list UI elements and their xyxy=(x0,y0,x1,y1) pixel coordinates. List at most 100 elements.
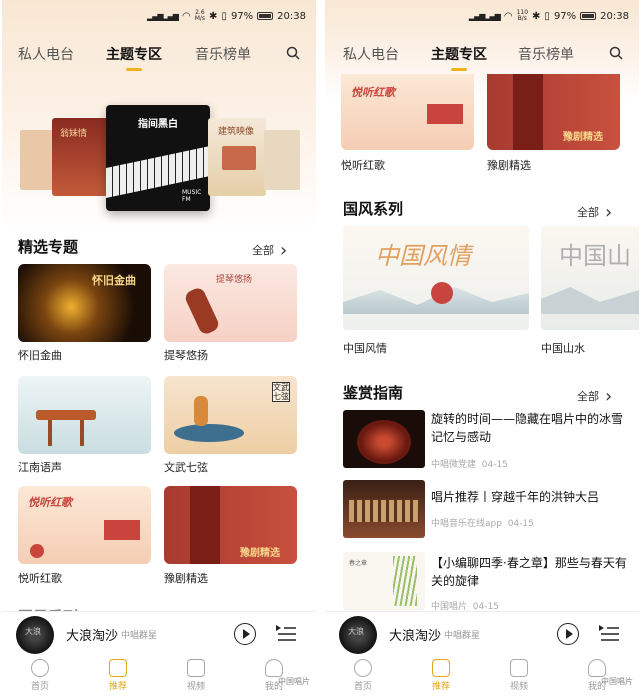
card-label: 怀旧金曲 xyxy=(18,349,62,362)
player-song-title: 大浪淘沙 xyxy=(389,629,442,644)
grid-icon xyxy=(432,659,450,677)
section-title-guide: 鉴赏指南 xyxy=(343,384,404,402)
player-song-title: 大浪淘沙 xyxy=(66,629,119,644)
section-title-featured: 精选专题 xyxy=(18,238,79,256)
clock: 20:38 xyxy=(600,10,629,22)
card-label: 豫剧精选 xyxy=(164,572,208,585)
tab-music-charts[interactable]: 音乐榜单 xyxy=(195,44,251,64)
card-china-landscape[interactable]: 中国山 xyxy=(541,226,639,330)
battery-icon xyxy=(257,12,274,20)
watermark: 中国唱片 xyxy=(601,677,633,686)
carousel-card-far-right[interactable] xyxy=(264,130,300,190)
wifi-icon: ◠ xyxy=(181,10,191,22)
bluetooth-icon: ✱ xyxy=(209,10,218,22)
search-icon[interactable] xyxy=(609,46,623,60)
home-icon xyxy=(31,659,49,677)
video-icon xyxy=(187,659,205,677)
tab-home[interactable]: 首页 xyxy=(20,659,60,692)
guide-thumb xyxy=(343,480,425,538)
player-artist: 中唱群星 xyxy=(121,631,158,641)
clock: 20:38 xyxy=(277,10,306,22)
guide-title: 旋转的时间——隐藏在唱片中的冰雪记忆与感动 xyxy=(431,412,624,444)
album-disc[interactable]: 大浪 xyxy=(16,616,54,654)
carousel-card-center[interactable]: 指间黑白 MUSIC FM xyxy=(106,105,210,211)
guide-source: 中唱微党建 04-15 xyxy=(431,460,508,470)
vibrate-icon: ▯ xyxy=(221,10,227,22)
card-label: 中国风情 xyxy=(343,342,387,355)
card-label: 悦听红歌 xyxy=(341,159,385,172)
battery-percent: 97% xyxy=(553,10,577,22)
signal-icon: ▂▄▆▂▄▆ xyxy=(147,11,179,21)
tab-home[interactable]: 首页 xyxy=(343,659,383,692)
tab-private-radio[interactable]: 私人电台 xyxy=(343,44,399,64)
featured-see-all[interactable]: 全部 xyxy=(252,238,287,259)
playlist-icon[interactable] xyxy=(599,625,619,643)
guofeng-see-all[interactable]: 全部 xyxy=(577,200,612,221)
guide-title: 唱片推荐丨穿越千年的洪钟大吕 xyxy=(431,490,600,504)
video-icon xyxy=(510,659,528,677)
battery-icon xyxy=(580,12,597,20)
tab-theme-zone[interactable]: 主题专区 xyxy=(106,44,162,71)
bottom-tabbar: 首页 推荐 视频 我的 xyxy=(2,655,316,698)
play-icon[interactable] xyxy=(234,623,256,645)
album-disc[interactable]: 大浪 xyxy=(339,616,377,654)
top-nav: 私人电台 主题专区 音乐榜单 xyxy=(325,40,639,74)
playlist-icon[interactable] xyxy=(276,625,296,643)
user-icon xyxy=(588,659,606,677)
guide-see-all[interactable]: 全部 xyxy=(577,384,612,405)
mini-player[interactable]: 大浪 大浪淘沙 中唱群星 xyxy=(2,611,316,655)
music-badge: MUSIC FM xyxy=(182,189,202,203)
home-icon xyxy=(354,659,372,677)
play-icon[interactable] xyxy=(557,623,579,645)
network-speed: 110 B/s xyxy=(516,9,529,22)
signal-icon: ▂▄▆▂▄▆ xyxy=(468,11,501,21)
network-speed: 2.6 M/s xyxy=(194,9,206,22)
card-label: 提琴悠扬 xyxy=(164,349,208,362)
vibrate-icon: ▯ xyxy=(544,10,550,22)
carousel-card-left[interactable]: 翁妹情 xyxy=(52,118,108,196)
status-bar: ▂▄▆▂▄▆ ◠ 110 B/s ✱ ▯ 97% 20:38 xyxy=(469,10,629,22)
card-label: 江南语声 xyxy=(18,461,62,474)
card-label: 豫剧精选 xyxy=(487,159,531,172)
tab-video[interactable]: 视频 xyxy=(499,659,539,692)
hero-cover-title: 指间黑白 xyxy=(138,119,178,130)
player-artist: 中唱群星 xyxy=(444,631,481,641)
tab-recommend[interactable]: 推荐 xyxy=(98,659,138,692)
grid-icon xyxy=(109,659,127,677)
carousel-card-right[interactable]: 建筑映像 xyxy=(208,118,266,196)
guide-thumb: 春之章 xyxy=(343,552,425,610)
mini-player[interactable]: 大浪 大浪淘沙 中唱群星 xyxy=(325,611,639,655)
top-nav: 私人电台 主题专区 音乐榜单 xyxy=(2,40,316,74)
left-screen: ▂▄▆▂▄▆ ◠ 2.6 M/s ✱ ▯ 97% 20:38 私人电台 主题专区 … xyxy=(2,0,316,698)
card-china-style[interactable]: 中国风情 xyxy=(343,226,529,330)
card-red-songs[interactable]: 悦听红歌 xyxy=(18,486,151,564)
search-icon[interactable] xyxy=(286,46,300,60)
bluetooth-icon: ✱ xyxy=(532,10,541,22)
card-jiangnan[interactable] xyxy=(18,376,151,454)
card-nostalgic-hits[interactable]: 怀旧金曲 xyxy=(18,264,151,342)
bottom-tabbar: 首页 推荐 视频 我的 xyxy=(325,655,639,698)
card-label: 文武七弦 xyxy=(164,461,208,474)
wifi-icon: ◠ xyxy=(503,10,513,22)
carousel-card-far-left[interactable] xyxy=(20,130,56,190)
card-yu-opera[interactable]: 豫剧精选 xyxy=(164,486,297,564)
watermark: 中国唱片 xyxy=(278,677,310,686)
guide-title: 【小编聊四季·春之章】那些与春天有关的旋律 xyxy=(431,556,627,588)
tab-music-charts[interactable]: 音乐榜单 xyxy=(518,44,574,64)
card-label: 悦听红歌 xyxy=(18,572,62,585)
guide-thumb xyxy=(343,410,425,468)
guide-source: 中唱音乐在线app 04-15 xyxy=(431,519,534,529)
battery-percent: 97% xyxy=(230,10,254,22)
tab-video[interactable]: 视频 xyxy=(176,659,216,692)
tab-theme-zone[interactable]: 主题专区 xyxy=(431,44,487,71)
tab-private-radio[interactable]: 私人电台 xyxy=(18,44,74,64)
card-yu-opera[interactable]: 豫剧精选 xyxy=(487,74,620,150)
section-title-guofeng: 国风系列 xyxy=(343,200,404,218)
card-red-songs[interactable]: 悦听红歌 xyxy=(341,74,474,150)
tab-recommend[interactable]: 推荐 xyxy=(421,659,461,692)
card-label: 中国山水 xyxy=(541,342,585,355)
user-icon xyxy=(265,659,283,677)
card-violin[interactable]: 提琴悠扬 xyxy=(164,264,297,342)
status-bar: ▂▄▆▂▄▆ ◠ 2.6 M/s ✱ ▯ 97% 20:38 xyxy=(147,10,306,22)
card-wenwu-qixian[interactable]: 文武七弦 xyxy=(164,376,297,454)
